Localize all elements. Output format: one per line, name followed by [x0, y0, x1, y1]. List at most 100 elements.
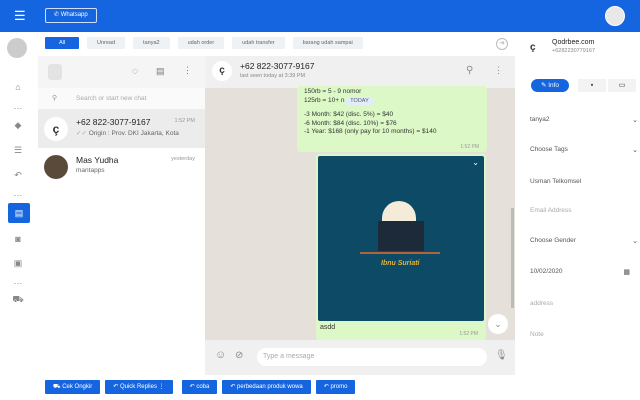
tags-icon[interactable]: ◆: [11, 120, 25, 131]
attach-icon[interactable]: ⊘: [235, 350, 243, 361]
message-line: 150rb = 5 - 9 nomor: [304, 88, 362, 95]
search-icon: ⚲: [52, 95, 58, 102]
read-check-icon: ✓✓: [76, 130, 87, 137]
menu-icon[interactable]: ☰: [14, 9, 26, 22]
profile-icon[interactable]: [48, 64, 62, 80]
quick-replies-button[interactable]: ↶ Quick Replies ⋮: [105, 380, 173, 394]
tab-chat-icon[interactable]: ▪: [578, 79, 606, 92]
button-label: promo: [330, 384, 348, 390]
list-icon[interactable]: ☰: [11, 145, 25, 156]
search-bar[interactable]: ⚲ Search or start new chat: [38, 88, 205, 110]
chevron-down-icon: ⌄: [632, 117, 638, 124]
chevron-down-icon[interactable]: ⌄: [472, 158, 479, 167]
status-icon[interactable]: ◌: [132, 66, 138, 77]
contact-logo: ç: [530, 42, 536, 53]
note-field[interactable]: Note: [530, 331, 638, 338]
calendar-icon[interactable]: ▦: [623, 268, 630, 276]
message-line: -1 Year: $168 (only pay for 10 months) =…: [304, 128, 437, 135]
more-icon[interactable]: ···: [11, 190, 25, 200]
tab-info-label: Info: [548, 82, 560, 89]
select-value: Choose Tags: [530, 146, 568, 153]
emoji-icon[interactable]: ☺: [215, 349, 226, 361]
chip-udah-transfer[interactable]: udah transfer: [232, 37, 285, 49]
message-bubble: 150rb = 5 - 9 nomor 125rb = 10+ n TODAY …: [297, 86, 487, 152]
chip-unread[interactable]: Unread: [87, 37, 126, 49]
contact-name: Mas Yudha: [76, 155, 119, 165]
more-icon[interactable]: ···: [11, 103, 25, 113]
last-seen: last seen today at 3:39 PM: [240, 73, 306, 79]
button-label: perbedaan produk wowa: [237, 384, 303, 390]
image-message: ⌄ Ibnu Suriati asdd 1:52 PM: [316, 154, 486, 340]
message-time: 1:52 PM: [459, 331, 478, 337]
name-field[interactable]: Usman Telkomsel: [530, 178, 638, 185]
scrollbar[interactable]: [511, 208, 514, 308]
scroll-down-button[interactable]: ⌄: [488, 314, 508, 334]
whatsapp-label: Whatsapp: [60, 12, 88, 18]
message-time: 1:52 PM: [460, 143, 479, 150]
tags-select[interactable]: Choose Tags ⌄: [530, 146, 638, 154]
gender-select[interactable]: Choose Gender ⌄: [530, 237, 638, 245]
top-bar: ☰ ✆ Whatsapp: [0, 0, 640, 32]
email-field[interactable]: Email Address: [530, 207, 638, 214]
address-field[interactable]: address: [530, 300, 638, 307]
contact-logo: ç: [44, 117, 68, 141]
new-chat-icon[interactable]: ▤: [156, 66, 165, 77]
message-line: 125rb = 10+ n TODAY: [304, 96, 480, 106]
chip-barang-sampai[interactable]: barang udah sampai: [292, 37, 363, 49]
menu-dots-icon[interactable]: ⋮: [183, 65, 192, 76]
profile-name: Qodrbee.com: [552, 39, 595, 46]
chevron-down-icon: ⌄: [632, 238, 638, 245]
contact-logo: ç: [212, 61, 232, 81]
select-value: Choose Gender: [530, 237, 576, 244]
message-text: 125rb = 10+ n: [304, 96, 345, 104]
list-item[interactable]: Mas Yudha yesterday mantapps: [38, 148, 205, 186]
mic-icon[interactable]: 🎙: [495, 350, 508, 361]
message-input[interactable]: Type a message: [257, 348, 487, 366]
message-preview: ✓✓ Origin : Prov. DKI Jakarta, Kota: [76, 129, 179, 137]
truck-icon[interactable]: ⛟: [11, 294, 25, 306]
chip-all[interactable]: All: [45, 37, 79, 49]
message-time: yesterday: [171, 156, 195, 162]
contact-info-panel: ç Qodrbee.com +6282230779167 ✎ Info ▪ ▭ …: [520, 32, 640, 377]
message-composer: ☺ ⊘ Type a message 🎙: [205, 340, 515, 375]
label-select[interactable]: tanya2 ⌄: [530, 116, 638, 124]
avatar[interactable]: [7, 38, 27, 58]
quick-reply-coba[interactable]: ↶ coba: [181, 380, 218, 394]
user-avatar[interactable]: [605, 6, 625, 26]
image-icon[interactable]: ▣: [11, 258, 25, 269]
tab-info[interactable]: ✎ Info: [531, 79, 569, 92]
next-arrow-icon[interactable]: ➜: [496, 38, 508, 50]
button-label: Cek Ongkir: [62, 384, 93, 390]
cek-ongkir-button[interactable]: ⛟ Cek Ongkir: [45, 380, 101, 394]
button-label: Quick Replies: [119, 384, 157, 390]
filter-chips: All Unread tanya2 udah order udah transf…: [45, 37, 363, 50]
reply-icon[interactable]: ↶: [11, 170, 25, 181]
tab-media-icon[interactable]: ▭: [608, 79, 636, 92]
home-icon[interactable]: ⌂: [11, 82, 25, 92]
chat-header: ç +62 822-3077-9167 last seen today at 3…: [205, 56, 515, 88]
list-item[interactable]: ç +62 822-3077-9167 1:52 PM ✓✓ Origin : …: [38, 110, 205, 148]
chip-udah-order[interactable]: udah order: [177, 37, 225, 49]
search-icon[interactable]: ⚲: [466, 65, 473, 76]
date-value: 10/02/2020: [530, 268, 563, 275]
chat-contact-name: +62 822-3077-9167: [240, 61, 315, 71]
search-input[interactable]: Search or start new chat: [76, 95, 146, 102]
quick-reply-perbedaan[interactable]: ↶ perbedaan produk wowa: [222, 380, 311, 394]
image-desk: [360, 252, 440, 254]
contacts-icon[interactable]: ▤: [8, 203, 30, 223]
chip-tanya2[interactable]: tanya2: [133, 37, 170, 49]
chat-icon[interactable]: ◙: [11, 234, 25, 244]
menu-dots-icon[interactable]: ⋮: [494, 65, 503, 76]
more-icon[interactable]: ···: [11, 278, 25, 288]
profile-phone: +6282230779167: [552, 48, 595, 54]
whatsapp-button[interactable]: ✆ Whatsapp: [45, 8, 97, 23]
contact-name: +62 822-3077-9167: [76, 117, 151, 127]
date-field[interactable]: 10/02/2020 ▦: [530, 268, 638, 276]
select-value: tanya2: [530, 116, 550, 123]
image-title: Ibnu Suriati: [381, 260, 420, 267]
message-image[interactable]: ⌄ Ibnu Suriati: [318, 156, 484, 321]
message-line: -3 Month: $42 (disc. 5%) = $40: [304, 111, 394, 118]
message-preview: mantapps: [76, 167, 105, 174]
quick-reply-promo[interactable]: ↶ promo: [315, 380, 356, 394]
contact-avatar: [44, 155, 68, 179]
